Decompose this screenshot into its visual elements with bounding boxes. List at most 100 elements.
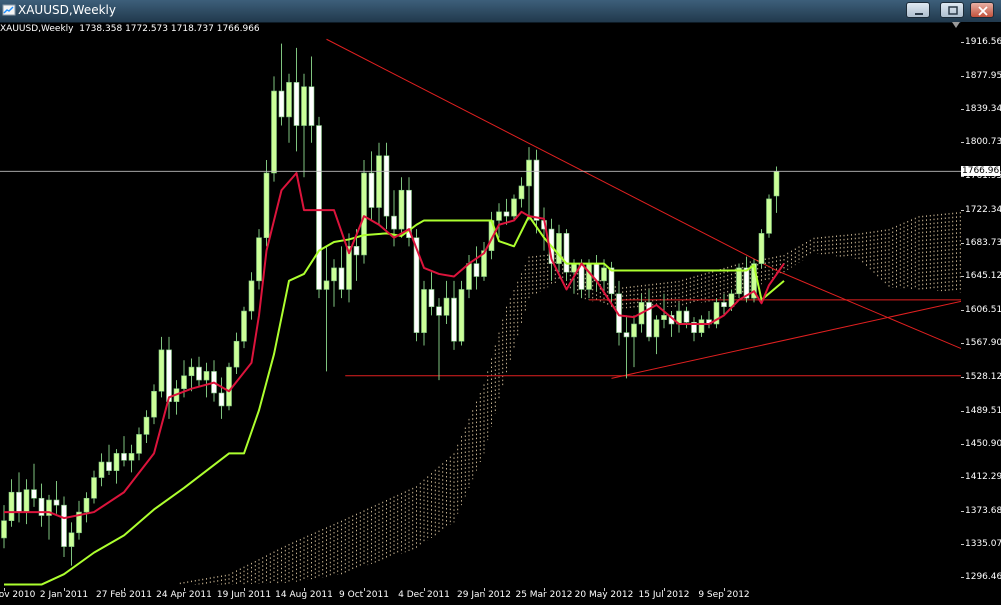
bull-candle[interactable] bbox=[586, 263, 592, 290]
bull-candle[interactable] bbox=[241, 310, 247, 342]
time-tick-label: 29 Jan 2012 bbox=[457, 590, 511, 600]
bear-candle[interactable] bbox=[278, 90, 285, 118]
bull-candle[interactable] bbox=[361, 172, 367, 256]
bear-candle[interactable] bbox=[451, 297, 457, 342]
bear-candle[interactable] bbox=[428, 289, 435, 308]
bull-candle[interactable] bbox=[143, 416, 150, 435]
bear-candle[interactable] bbox=[16, 491, 22, 513]
bull-candle[interactable] bbox=[443, 297, 450, 316]
bull-candle[interactable] bbox=[458, 289, 465, 342]
bull-candle[interactable] bbox=[323, 280, 330, 290]
bull-candle[interactable] bbox=[286, 82, 292, 118]
bull-candle[interactable] bbox=[263, 172, 270, 239]
bull-candle[interactable] bbox=[233, 340, 240, 368]
time-tick-label: 15 Jul 2012 bbox=[638, 590, 690, 600]
bull-candle[interactable] bbox=[151, 390, 157, 418]
bear-candle[interactable] bbox=[166, 349, 172, 402]
bull-candle[interactable] bbox=[466, 263, 472, 290]
price-tick-label: 1645.12 bbox=[965, 271, 1001, 282]
bull-candle[interactable] bbox=[518, 185, 525, 200]
bear-candle[interactable] bbox=[503, 211, 510, 217]
bull-candle[interactable] bbox=[136, 434, 142, 454]
bear-candle[interactable] bbox=[683, 310, 690, 323]
bear-candle[interactable] bbox=[196, 366, 202, 381]
bull-candle[interactable] bbox=[653, 319, 660, 338]
price-chart[interactable] bbox=[0, 22, 961, 588]
bear-candle[interactable] bbox=[61, 504, 67, 547]
bull-candle[interactable] bbox=[203, 371, 210, 381]
bear-candle[interactable] bbox=[218, 392, 225, 407]
bull-candle[interactable] bbox=[188, 366, 195, 377]
bear-candle[interactable] bbox=[293, 82, 300, 126]
bull-candle[interactable] bbox=[496, 211, 502, 221]
bull-candle[interactable] bbox=[398, 189, 405, 230]
bear-candle[interactable] bbox=[31, 489, 37, 499]
bull-candle[interactable] bbox=[661, 315, 667, 320]
bull-candle[interactable] bbox=[1, 520, 7, 539]
bear-candle[interactable] bbox=[368, 172, 375, 208]
bull-candle[interactable] bbox=[631, 323, 637, 338]
bull-candle[interactable] bbox=[248, 280, 255, 312]
bull-candle[interactable] bbox=[571, 263, 577, 273]
bear-candle[interactable] bbox=[608, 267, 615, 295]
price-axis[interactable]: 1916.561877.951839.341800.731761.951722.… bbox=[961, 22, 1001, 605]
bull-candle[interactable] bbox=[128, 453, 135, 461]
bear-candle[interactable] bbox=[53, 499, 60, 506]
bull-candle[interactable] bbox=[698, 319, 705, 333]
bull-candle[interactable] bbox=[226, 366, 232, 407]
bull-candle[interactable] bbox=[158, 349, 165, 392]
bull-candle[interactable] bbox=[773, 170, 780, 197]
bull-candle[interactable] bbox=[556, 233, 562, 264]
minimize-icon bbox=[915, 13, 923, 15]
price-tick-label: 1800.73 bbox=[965, 137, 1001, 148]
bear-candle[interactable] bbox=[121, 453, 127, 461]
time-tick-label: Nov 2010 bbox=[0, 590, 36, 600]
time-axis[interactable]: Nov 20102 Jan 2011 27 Feb 2011 24 Apr 2011… bbox=[0, 588, 961, 605]
bull-candle[interactable] bbox=[181, 375, 187, 389]
price-tick-label: 1839.34 bbox=[965, 103, 1001, 114]
bear-candle[interactable] bbox=[436, 306, 442, 316]
bull-candle[interactable] bbox=[271, 90, 277, 174]
close-button[interactable] bbox=[970, 2, 994, 18]
bear-candle[interactable] bbox=[308, 86, 315, 126]
candlestick-group bbox=[1, 43, 780, 566]
bull-candle[interactable] bbox=[68, 532, 75, 547]
bear-candle[interactable] bbox=[721, 302, 727, 308]
trendline[interactable] bbox=[776, 270, 962, 387]
bull-candle[interactable] bbox=[526, 159, 532, 187]
price-tick-label: 1683.73 bbox=[965, 238, 1001, 249]
bear-candle[interactable] bbox=[106, 461, 112, 471]
bull-candle[interactable] bbox=[511, 198, 517, 217]
price-tick-mark bbox=[961, 543, 964, 545]
bull-candle[interactable] bbox=[766, 198, 772, 234]
close-icon bbox=[978, 6, 988, 16]
bull-candle[interactable] bbox=[8, 491, 15, 522]
bull-candle[interactable] bbox=[113, 453, 120, 471]
bull-candle[interactable] bbox=[98, 461, 105, 478]
bear-candle[interactable] bbox=[383, 155, 390, 217]
bull-candle[interactable] bbox=[736, 267, 742, 295]
bull-candle[interactable] bbox=[91, 477, 97, 499]
bull-candle[interactable] bbox=[421, 289, 427, 333]
bull-candle[interactable] bbox=[23, 489, 30, 513]
bear-candle[interactable] bbox=[623, 332, 630, 338]
bull-candle[interactable] bbox=[331, 267, 337, 282]
bull-candle[interactable] bbox=[256, 237, 262, 282]
bear-candle[interactable] bbox=[563, 233, 570, 273]
bear-candle[interactable] bbox=[338, 267, 345, 290]
chart-shift-marker-icon[interactable] bbox=[952, 22, 960, 30]
bear-candle[interactable] bbox=[316, 125, 322, 290]
bull-candle[interactable] bbox=[83, 497, 90, 513]
bull-candle[interactable] bbox=[301, 86, 307, 126]
bear-candle[interactable] bbox=[533, 159, 540, 221]
bull-candle[interactable] bbox=[758, 233, 765, 264]
bear-candle[interactable] bbox=[473, 263, 480, 277]
bear-candle[interactable] bbox=[353, 246, 360, 256]
price-tick-mark bbox=[961, 108, 964, 110]
minimize-button[interactable] bbox=[906, 2, 930, 18]
bull-candle[interactable] bbox=[376, 155, 382, 208]
bear-candle[interactable] bbox=[391, 215, 397, 230]
restore-button[interactable] bbox=[940, 2, 964, 18]
bull-candle[interactable] bbox=[601, 267, 607, 282]
window-title-bar[interactable]: XAUUSD,Weekly bbox=[0, 0, 1001, 23]
